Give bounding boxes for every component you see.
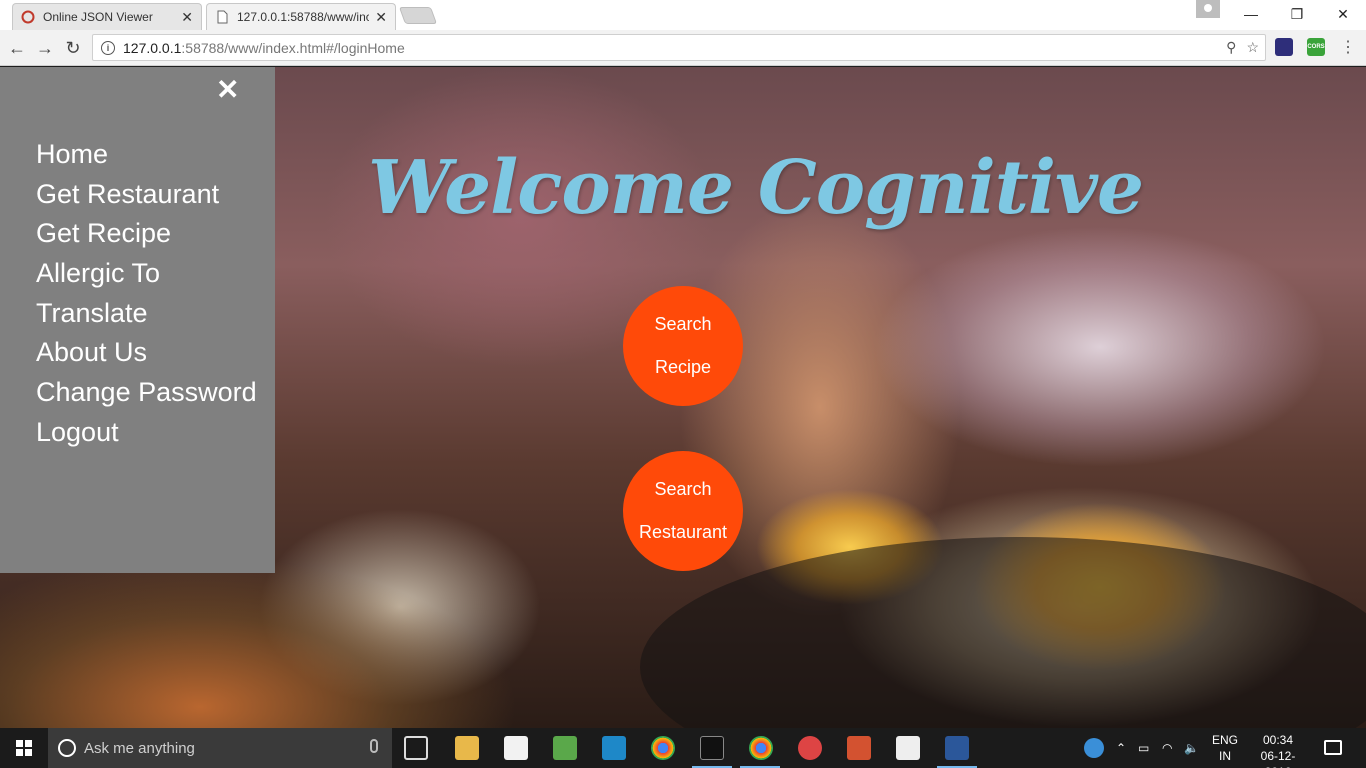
- maximize-button[interactable]: ❐: [1274, 0, 1320, 28]
- word-icon[interactable]: [945, 736, 969, 760]
- nav-item-about-us[interactable]: About Us: [36, 333, 257, 373]
- tab-online-json-viewer[interactable]: Online JSON Viewer ✕: [12, 3, 202, 30]
- app-icon[interactable]: [798, 736, 822, 760]
- search-recipe-button[interactable]: Search Recipe: [623, 286, 743, 406]
- site-info-icon[interactable]: i: [101, 40, 115, 55]
- language-indicator[interactable]: ENG IN: [1210, 732, 1240, 764]
- show-hidden-icons-icon[interactable]: ⌃: [1116, 728, 1126, 768]
- tray-app-icon[interactable]: [1084, 738, 1104, 758]
- powerpoint-icon[interactable]: [847, 736, 871, 760]
- search-placeholder: Ask me anything: [84, 739, 195, 757]
- extension-icon[interactable]: [1275, 38, 1293, 56]
- side-navigation: ✕ Home Get Restaurant Get Recipe Allergi…: [0, 67, 275, 573]
- editor-app-icon[interactable]: [553, 736, 577, 760]
- cortana-icon: [58, 739, 76, 757]
- chrome-icon[interactable]: [651, 736, 675, 760]
- store-icon[interactable]: [504, 736, 528, 760]
- url-host: 127.0.0.1: [123, 39, 182, 56]
- button-label: Recipe: [654, 357, 712, 377]
- action-center-icon[interactable]: [1324, 740, 1342, 755]
- browser-menu-icon[interactable]: ⋮: [1340, 37, 1356, 57]
- button-label: Search: [654, 314, 712, 334]
- cors-extension-icon[interactable]: CORS: [1307, 38, 1325, 56]
- nav-item-home[interactable]: Home: [36, 135, 257, 175]
- json-viewer-favicon-icon: [21, 10, 35, 24]
- page-content: Welcome Cognitive Search Recipe Search R…: [0, 67, 1366, 728]
- nav-menu: Home Get Restaurant Get Recipe Allergic …: [36, 135, 257, 453]
- back-arrow-icon[interactable]: ←: [6, 37, 28, 59]
- volume-icon[interactable]: 🔈: [1184, 728, 1199, 768]
- window-close-button[interactable]: ✕: [1320, 0, 1366, 28]
- tab-title: 127.0.0.1:58788/www/inc: [237, 10, 370, 24]
- lang-code: ENG: [1211, 733, 1238, 747]
- chrome-icon[interactable]: [749, 736, 773, 760]
- clock[interactable]: 00:34 06-12-2016: [1258, 732, 1298, 768]
- nav-item-translate[interactable]: Translate: [36, 294, 257, 334]
- app-icon[interactable]: [602, 736, 626, 760]
- microphone-icon[interactable]: [370, 739, 378, 753]
- profile-icon[interactable]: [1196, 0, 1220, 18]
- battery-icon[interactable]: ▭: [1138, 728, 1149, 768]
- windows-logo-icon: [16, 740, 32, 756]
- nav-item-get-recipe[interactable]: Get Recipe: [36, 214, 257, 254]
- tab-title: Online JSON Viewer: [43, 10, 153, 24]
- forward-arrow-icon[interactable]: →: [34, 37, 56, 59]
- bookmark-star-icon[interactable]: ☆: [1246, 39, 1259, 56]
- address-bar[interactable]: i 127.0.0.1:58788/www/index.html#/loginH…: [92, 34, 1266, 61]
- tab-localhost[interactable]: 127.0.0.1:58788/www/inc ✕: [206, 3, 396, 30]
- browser-tab-strip: Online JSON Viewer ✕ 127.0.0.1:58788/www…: [0, 0, 1366, 30]
- background-plate: [640, 537, 1366, 728]
- photos-icon[interactable]: [896, 736, 920, 760]
- button-label: Search: [654, 479, 712, 499]
- clock-time: 00:34: [1262, 733, 1294, 747]
- search-restaurant-button[interactable]: Search Restaurant: [623, 451, 743, 571]
- button-label: Restaurant: [638, 522, 728, 542]
- file-explorer-icon[interactable]: [455, 736, 479, 760]
- nav-item-change-password[interactable]: Change Password: [36, 373, 257, 413]
- zoom-icon[interactable]: ⚲: [1226, 39, 1236, 56]
- page-favicon-icon: [217, 10, 228, 24]
- command-prompt-icon[interactable]: [700, 736, 724, 760]
- nav-item-allergic-to[interactable]: Allergic To: [36, 254, 257, 294]
- browser-toolbar: ← → ↻ i 127.0.0.1:58788/www/index.html#/…: [0, 30, 1366, 66]
- reload-icon[interactable]: ↻: [62, 37, 84, 59]
- lang-region: IN: [1219, 749, 1231, 763]
- start-button[interactable]: [0, 728, 48, 768]
- new-tab-button[interactable]: [398, 7, 438, 24]
- nav-item-get-restaurant[interactable]: Get Restaurant: [36, 175, 257, 215]
- close-icon[interactable]: ✕: [216, 73, 239, 106]
- page-title: Welcome Cognitive: [368, 145, 1144, 231]
- wifi-icon[interactable]: ◠: [1162, 728, 1172, 768]
- nav-item-logout[interactable]: Logout: [36, 413, 257, 453]
- minimize-button[interactable]: —: [1228, 0, 1274, 28]
- url-path: :58788/www/index.html#/loginHome: [181, 39, 405, 56]
- taskbar: Ask me anything ⌃ ▭ ◠ 🔈 ENG IN 00:34 06-…: [0, 728, 1366, 768]
- clock-date: 06-12-2016: [1260, 749, 1296, 768]
- tab-close-icon[interactable]: ✕: [375, 9, 387, 26]
- task-view-icon[interactable]: [404, 736, 428, 760]
- cortana-search-box[interactable]: Ask me anything: [48, 728, 392, 768]
- tab-close-icon[interactable]: ✕: [181, 9, 193, 26]
